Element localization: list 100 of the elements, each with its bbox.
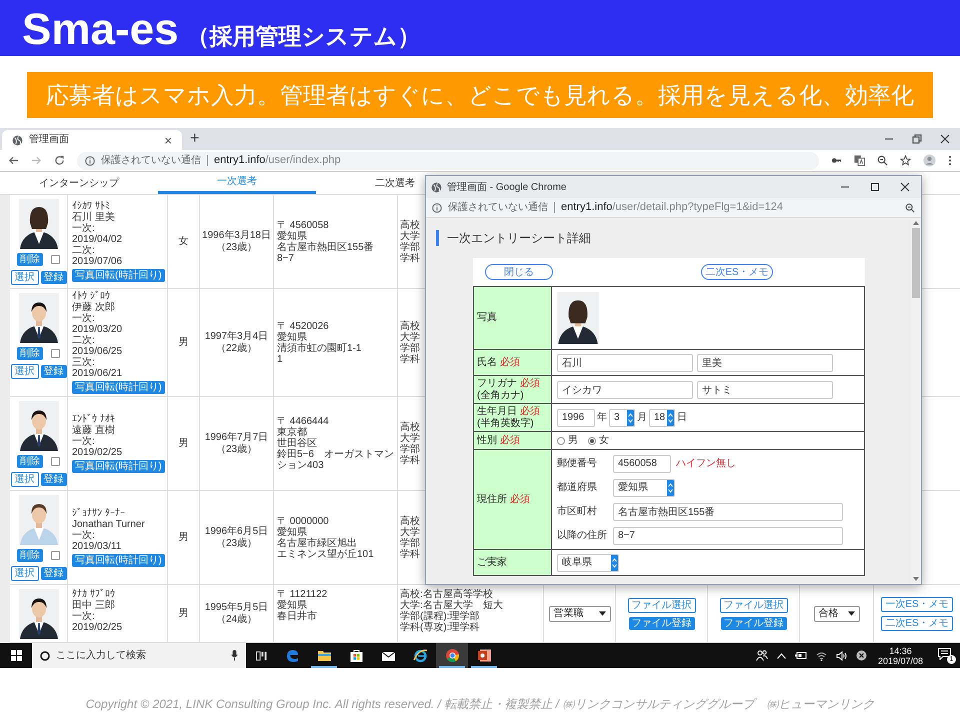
error-icon[interactable]	[856, 650, 867, 661]
school-line: 高校	[400, 320, 420, 332]
tab-close-button[interactable]: ×	[164, 134, 172, 146]
delete-button[interactable]: 削除	[17, 347, 43, 360]
year-field[interactable]: 1996	[557, 408, 595, 426]
radio-button[interactable]	[588, 436, 596, 444]
url-host: entry1.info	[561, 200, 612, 216]
rotate-photo-button[interactable]: 写真回転(時計回り)	[72, 381, 165, 394]
choose-file-button[interactable]: ファイル選択	[628, 598, 696, 612]
prefecture-select[interactable]: 岐阜県	[557, 554, 619, 572]
day-field[interactable]: 18	[649, 408, 675, 426]
close-icon[interactable]	[940, 134, 950, 144]
register-button[interactable]: 登録	[40, 271, 66, 284]
scrollbar[interactable]	[911, 218, 921, 584]
translate-icon[interactable]	[854, 155, 865, 166]
school-line: 大学	[400, 526, 420, 538]
avatar-icon[interactable]	[923, 154, 936, 167]
spinner-icon	[667, 410, 674, 426]
clock[interactable]: 14:36 2019/07/08	[876, 646, 925, 666]
input-field[interactable]: 8−7	[613, 526, 843, 544]
school-line: 学部	[400, 342, 420, 354]
banner-text: 応募者はスマホ入力。管理者はすぐに、どこでも見れる。採用を見える化、効率化	[46, 80, 914, 110]
browser-tab[interactable]: 管理画面 ×	[2, 130, 182, 150]
address-bar[interactable]: 保護されていない通信 entry1.info/user/index.php	[77, 152, 819, 170]
checkbox[interactable]	[51, 255, 60, 264]
volume-icon[interactable]	[836, 650, 847, 660]
key-icon[interactable]	[831, 155, 842, 166]
applicant-name: 田中 三郎	[72, 600, 116, 611]
upload-file-button[interactable]: ファイル登録	[628, 616, 694, 630]
globe-swirl-icon	[412, 648, 428, 663]
select-button[interactable]: 選択	[10, 472, 38, 487]
input-field[interactable]: 石川	[557, 354, 693, 372]
stage-label: 一次:	[72, 436, 96, 447]
delete-button[interactable]: 削除	[17, 253, 43, 266]
people-icon[interactable]	[756, 650, 768, 661]
input-field[interactable]: サトミ	[697, 380, 833, 398]
school-line: 学科(専攻):理学科	[400, 622, 480, 633]
radio-button[interactable]	[557, 436, 565, 444]
address-line: 〒 4466444	[277, 416, 330, 427]
memo-button[interactable]: 二次ES・メモ	[881, 616, 953, 630]
url-path: /user/detail.php?typeFlg=1&id=124	[612, 200, 783, 216]
input-field[interactable]: 名古屋市熱田区155番	[613, 502, 843, 520]
select-button[interactable]: 選択	[10, 566, 38, 581]
address-line: 清須市虹の園町1-1	[277, 342, 362, 354]
checkbox[interactable]	[51, 551, 60, 560]
input-field[interactable]: イシカワ	[557, 380, 693, 398]
menu-icon[interactable]	[948, 155, 952, 166]
page-tab[interactable]: インターンシップ	[0, 172, 158, 194]
select-button[interactable]: 選択	[10, 270, 38, 285]
input-field[interactable]: 里美	[697, 354, 833, 372]
form-button[interactable]: 閉じる	[485, 264, 553, 280]
windows-logo-icon[interactable]	[10, 650, 22, 661]
name-kana: ｴﾝﾄﾞｳ ﾅｵｷ	[72, 414, 116, 425]
chevron-up-icon[interactable]	[776, 652, 786, 658]
input-field[interactable]: 4560058	[613, 454, 671, 472]
memo-button[interactable]: 一次ES・メモ	[881, 596, 953, 612]
form-button[interactable]: 二次ES・メモ	[701, 264, 773, 280]
checkbox[interactable]	[51, 457, 60, 466]
required-mark: 必須	[500, 434, 520, 446]
search-field[interactable]: ここに入力して検索	[32, 643, 246, 668]
close-icon[interactable]	[900, 182, 910, 192]
restore-icon[interactable]	[912, 134, 922, 144]
new-tab-button[interactable]: +	[190, 131, 200, 147]
back-icon[interactable]	[8, 155, 19, 166]
battery-icon[interactable]	[794, 651, 807, 660]
upload-file-button[interactable]: ファイル登録	[720, 616, 786, 630]
rotate-photo-button[interactable]: 写真回転(時計回り)	[72, 269, 165, 282]
job-select[interactable]: 営業職	[548, 606, 610, 622]
star-icon[interactable]	[900, 155, 911, 166]
stage-label: 三次:	[72, 357, 96, 368]
zoom-icon[interactable]	[905, 202, 915, 212]
month-field[interactable]: 3	[609, 408, 635, 426]
age-text: （23歳）	[216, 444, 258, 456]
register-button[interactable]: 登録	[40, 365, 66, 378]
spinner-icon	[627, 410, 634, 426]
task-view-icon[interactable]	[256, 650, 266, 660]
scrollbar-thumb[interactable]	[912, 228, 920, 298]
checkbox[interactable]	[51, 349, 60, 358]
gender-text: 男	[178, 336, 188, 350]
register-button[interactable]: 登録	[40, 567, 66, 580]
stage-date: 2019/04/02	[72, 234, 124, 245]
register-button[interactable]: 登録	[40, 473, 66, 486]
choose-file-button[interactable]: ファイル選択	[720, 598, 788, 612]
result-select[interactable]: 合格	[814, 606, 860, 622]
rotate-photo-button[interactable]: 写真回転(時計回り)	[72, 460, 165, 473]
maximize-icon[interactable]	[870, 182, 880, 192]
wifi-icon[interactable]	[816, 650, 827, 660]
taskbar-app[interactable]	[436, 643, 468, 668]
required-mark: 必須	[500, 356, 520, 368]
prefecture-select[interactable]: 愛知県	[613, 478, 675, 496]
select-button[interactable]: 選択	[10, 364, 38, 379]
age-text: （22歳）	[216, 342, 258, 354]
school-line: 高校:名古屋高等学校	[400, 589, 493, 600]
delete-button[interactable]: 削除	[17, 549, 43, 562]
delete-button[interactable]: 削除	[17, 455, 43, 468]
reload-icon[interactable]	[54, 155, 65, 166]
form-label: 現住所	[477, 494, 507, 506]
zoom-icon[interactable]	[877, 155, 888, 166]
school-line: 学科	[400, 454, 420, 466]
rotate-photo-button[interactable]: 写真回転(時計回り)	[72, 554, 165, 567]
